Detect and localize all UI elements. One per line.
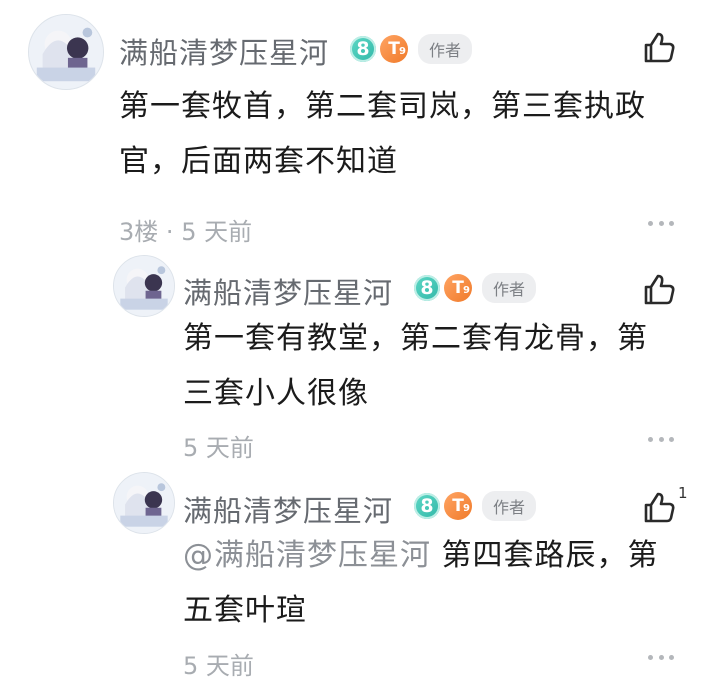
timestamp: 5 天前: [183, 434, 254, 462]
avatar-image-icon: [114, 256, 174, 316]
level-badge: 8: [350, 36, 376, 62]
comment-meta: 3楼 · 5 天前: [119, 212, 252, 247]
comment-text: @满船清梦压星河 第四套路辰，第 五套叶瑄: [183, 528, 659, 638]
commenter-name[interactable]: 满船清梦压星河: [183, 270, 393, 312]
comment-text: 第一套牧首，第二套司岚，第三套执政 官，后面两套不知道: [119, 79, 646, 189]
avatar[interactable]: [28, 14, 104, 90]
badges: 8 T9 作者: [414, 273, 537, 303]
comment-line: 第一套牧首，第二套司岚，第三套执政: [119, 89, 646, 124]
author-tag: 作者: [482, 273, 537, 303]
floor-number: 3楼: [119, 218, 159, 246]
author-tag: 作者: [482, 491, 537, 521]
comment-text: 第一套有教堂，第二套有龙骨，第 三套小人很像: [183, 311, 648, 421]
thumbs-up-icon[interactable]: [641, 272, 677, 308]
more-dots-icon[interactable]: [648, 221, 674, 229]
avatar-image-icon: [114, 473, 174, 533]
like-count: 1: [678, 484, 688, 502]
thumbs-up-icon[interactable]: [641, 490, 677, 526]
thumbs-up-icon[interactable]: [641, 30, 677, 66]
comment-line: 第一套有教堂，第二套有龙骨，第: [183, 321, 648, 356]
more-dots-icon[interactable]: [648, 437, 674, 445]
author-tag: 作者: [418, 34, 473, 64]
comment-line: @满船清梦压星河 第四套路辰，第: [183, 528, 659, 583]
avatar[interactable]: [113, 472, 175, 534]
title-badge: T9: [380, 35, 408, 63]
timestamp: 5 天前: [183, 652, 254, 680]
title-badge: T9: [444, 492, 472, 520]
badges: 8 T9 作者: [350, 34, 473, 64]
avatar[interactable]: [113, 255, 175, 317]
badges: 8 T9 作者: [414, 491, 537, 521]
mention-link[interactable]: @满船清梦压星河: [183, 538, 431, 573]
comment-meta: 5 天前: [183, 428, 254, 463]
meta-separator: ·: [165, 218, 174, 246]
level-badge: 8: [414, 275, 440, 301]
comment-line: 三套小人很像: [183, 376, 369, 411]
timestamp: 5 天前: [181, 218, 253, 246]
avatar-image-icon: [29, 15, 103, 89]
more-dots-icon[interactable]: [648, 655, 674, 663]
comment-line: 官，后面两套不知道: [119, 144, 398, 179]
comment-meta: 5 天前: [183, 646, 254, 681]
level-badge: 8: [414, 493, 440, 519]
comment-line-text: 第四套路辰，第: [441, 538, 659, 573]
commenter-name[interactable]: 满船清梦压星河: [119, 30, 329, 72]
title-badge: T9: [444, 274, 472, 302]
comment-line: 五套叶瑄: [183, 593, 307, 628]
commenter-name[interactable]: 满船清梦压星河: [183, 488, 393, 530]
